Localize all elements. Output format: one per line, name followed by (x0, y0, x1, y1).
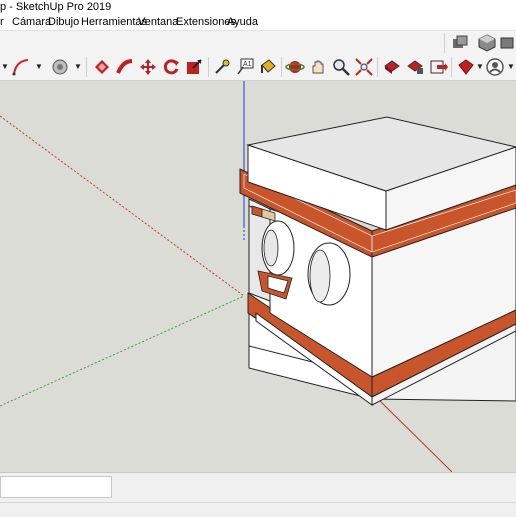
status-bar (0, 472, 516, 517)
model-viewport[interactable] (0, 81, 516, 472)
move-icon[interactable] (138, 57, 158, 77)
rotate-icon[interactable] (161, 57, 181, 77)
user-account-icon[interactable] (485, 57, 505, 77)
ruby-icon[interactable] (456, 57, 476, 77)
paint-bucket-icon[interactable] (50, 57, 70, 77)
menu-item-edit[interactable]: r (0, 16, 4, 28)
text-icon[interactable]: A1 (235, 57, 255, 77)
chevron-down-icon[interactable]: ▼ (74, 62, 82, 71)
pan-icon[interactable] (308, 57, 328, 77)
chevron-down-icon[interactable]: ▼ (507, 62, 515, 71)
orbit-icon[interactable] (285, 57, 305, 77)
paint-icon[interactable] (258, 57, 278, 77)
views-toolbar (0, 30, 516, 55)
push-pull-icon[interactable] (92, 57, 112, 77)
red-axis (379, 400, 453, 472)
menu-bar: r Cámara Dibujo Herramientas Ventana Ext… (0, 14, 516, 30)
arc-icon[interactable] (11, 57, 31, 77)
warehouse-icon[interactable] (382, 57, 402, 77)
menu-item-window[interactable]: Ventana (138, 16, 178, 28)
scale-icon[interactable] (184, 57, 204, 77)
toolbar-separator (281, 57, 282, 77)
toolbar-separator (377, 57, 378, 77)
title-bar: p - SketchUp Pro 2019 (0, 0, 516, 14)
send-to-layout-icon[interactable] (428, 57, 448, 77)
red-axis-dashed (0, 115, 245, 297)
svg-text:A1: A1 (243, 61, 252, 68)
tape-measure-icon[interactable] (212, 57, 232, 77)
chevron-down-icon[interactable]: ▼ (35, 62, 43, 71)
parallel-projection-icon[interactable] (498, 33, 516, 53)
inner-disc-rim (263, 229, 279, 267)
scene-canvas (0, 81, 516, 472)
toolbar-separator (208, 57, 209, 77)
zoom-icon[interactable] (331, 57, 351, 77)
measurements-field[interactable] (0, 476, 112, 498)
zoom-extents-icon[interactable] (354, 57, 374, 77)
green-axis-dashed (0, 295, 245, 407)
toolbar-separator (86, 57, 87, 77)
toolbar-separator (451, 57, 452, 77)
follow-me-icon[interactable] (115, 57, 135, 77)
menu-item-help[interactable]: Ayuda (227, 16, 258, 28)
menu-item-draw[interactable]: Dibujo (48, 16, 79, 28)
iso-view-icon[interactable] (477, 33, 497, 53)
chevron-down-icon[interactable]: ▼ (1, 62, 9, 71)
window-title: p - SketchUp Pro 2019 (0, 1, 112, 13)
main-toolbar: ▼ ▼ ▼ A1 ▼ ▼ (0, 54, 516, 81)
chevron-down-icon[interactable]: ▼ (476, 62, 484, 71)
front-disc-rim (309, 249, 331, 303)
extension-warehouse-icon[interactable] (405, 57, 425, 77)
toolbar-separator (444, 33, 445, 53)
menu-item-camera[interactable]: Cámara (12, 16, 51, 28)
status-divider (0, 502, 516, 503)
standard-views-icon[interactable] (450, 33, 470, 53)
